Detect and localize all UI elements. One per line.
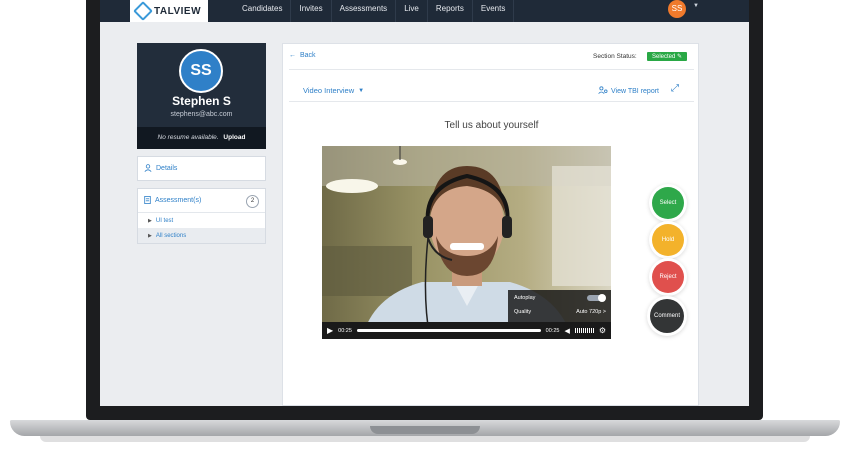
assessment-item-label: All sections (155, 232, 187, 239)
assessments-header[interactable]: Assessment(s) 2 (138, 189, 265, 213)
back-label: Back (300, 52, 316, 59)
resume-bar: No resume available. Upload (137, 127, 266, 149)
tbi-label: View TBI report (611, 87, 659, 95)
nav-item-reports[interactable]: Reports (428, 0, 473, 22)
app-screen: TALVIEW Candidates Invites Assessments L… (100, 0, 749, 406)
quality-value: Auto 720p > (576, 309, 606, 315)
laptop-shadow (40, 436, 810, 442)
brand-name: TALVIEW (154, 5, 202, 17)
seek-bar[interactable] (356, 329, 541, 332)
player-settings-menu: Autoplay Quality Auto 720p > (508, 290, 611, 322)
expand-icon[interactable]: ⤢ (671, 83, 679, 94)
player-controls: ▶ 00:25 00:25 ◀ ⚙ (322, 322, 611, 339)
nav-item-assessments[interactable]: Assessments (332, 0, 397, 22)
assessments-label: Assessment(s) (155, 197, 202, 204)
caret-right-icon: ▶ (148, 232, 152, 239)
volume-icon[interactable]: ◀ (564, 327, 569, 335)
tab-divider (289, 101, 694, 102)
interview-panel: ← Back Section Status: Selected ✎ Video … (282, 43, 699, 406)
talview-logo-icon (133, 1, 153, 21)
main-nav: Candidates Invites Assessments Live Repo… (234, 0, 515, 22)
quality-label: Quality (514, 309, 532, 315)
user-menu-caret-icon[interactable]: ▼ (693, 3, 699, 9)
hold-button[interactable]: Hold (652, 224, 684, 256)
candidate-profile-card: SS Stephen S stephens@abc.com No resume … (137, 43, 266, 149)
assessment-item-ui-test[interactable]: ▶ UI test (138, 213, 265, 228)
autoplay-label: Autoplay (514, 295, 536, 301)
comment-button[interactable]: Comment (650, 299, 684, 333)
chevron-down-icon: ▼ (358, 87, 365, 94)
user-icon (144, 163, 152, 174)
hold-label: Hold (661, 237, 675, 243)
time-current: 00:25 (338, 327, 352, 334)
autoplay-toggle[interactable] (587, 294, 606, 302)
arrow-left-icon: ← (289, 52, 296, 59)
settings-gear-icon[interactable]: ⚙ (599, 326, 606, 335)
section-status-label: Section Status: (593, 53, 637, 60)
select-button[interactable]: Select (652, 187, 684, 219)
user-avatar[interactable]: SS (668, 0, 686, 18)
caret-right-icon: ▶ (148, 217, 152, 224)
resume-note: No resume available. (157, 134, 219, 141)
quality-row[interactable]: Quality Auto 720p > (514, 309, 606, 315)
comment-label: Comment (653, 313, 680, 319)
assessments-count-badge: 2 (246, 195, 259, 208)
section-status-value: Selected (652, 54, 676, 60)
reject-label: Reject (659, 274, 677, 280)
document-icon (144, 195, 151, 206)
view-tbi-report-link[interactable]: View TBI report (598, 86, 659, 96)
details-link[interactable]: Details (137, 156, 266, 181)
back-link[interactable]: ← Back (289, 52, 316, 59)
laptop-notch (370, 426, 480, 434)
nav-item-invites[interactable]: Invites (291, 0, 332, 22)
reject-button[interactable]: Reject (652, 261, 684, 293)
section-status-badge[interactable]: Selected ✎ (647, 52, 688, 61)
video-player[interactable]: Autoplay Quality Auto 720p > ▶ 00:25 00:… (322, 146, 611, 339)
brand-logo[interactable]: TALVIEW (130, 0, 208, 22)
assessment-item-all-sections[interactable]: ▶ All sections (138, 228, 265, 243)
volume-slider[interactable] (574, 328, 594, 333)
assessments-panel: Assessment(s) 2 ▶ UI test ▶ All sections (137, 188, 266, 244)
upload-resume-link[interactable]: Upload (223, 134, 245, 141)
edit-pencil-icon: ✎ (677, 54, 683, 60)
top-navbar: TALVIEW Candidates Invites Assessments L… (100, 0, 749, 22)
nav-item-live[interactable]: Live (396, 0, 428, 22)
candidate-avatar: SS (179, 49, 223, 93)
candidate-name: Stephen S (172, 94, 231, 108)
play-icon[interactable]: ▶ (327, 326, 333, 335)
details-label: Details (156, 165, 178, 172)
select-label: Select (659, 200, 677, 206)
nav-item-candidates[interactable]: Candidates (234, 0, 292, 22)
nav-item-events[interactable]: Events (473, 0, 515, 22)
question-title: Tell us about yourself (444, 120, 539, 131)
tab-video-label: Video Interview (303, 86, 355, 95)
user-report-icon (598, 86, 608, 96)
tab-video-interview[interactable]: Video Interview ▼ (303, 86, 364, 95)
time-total: 00:25 (545, 327, 560, 334)
candidate-email: stephens@abc.com (170, 111, 233, 118)
assessment-item-label: UI test (155, 217, 174, 224)
header-divider (289, 69, 694, 70)
